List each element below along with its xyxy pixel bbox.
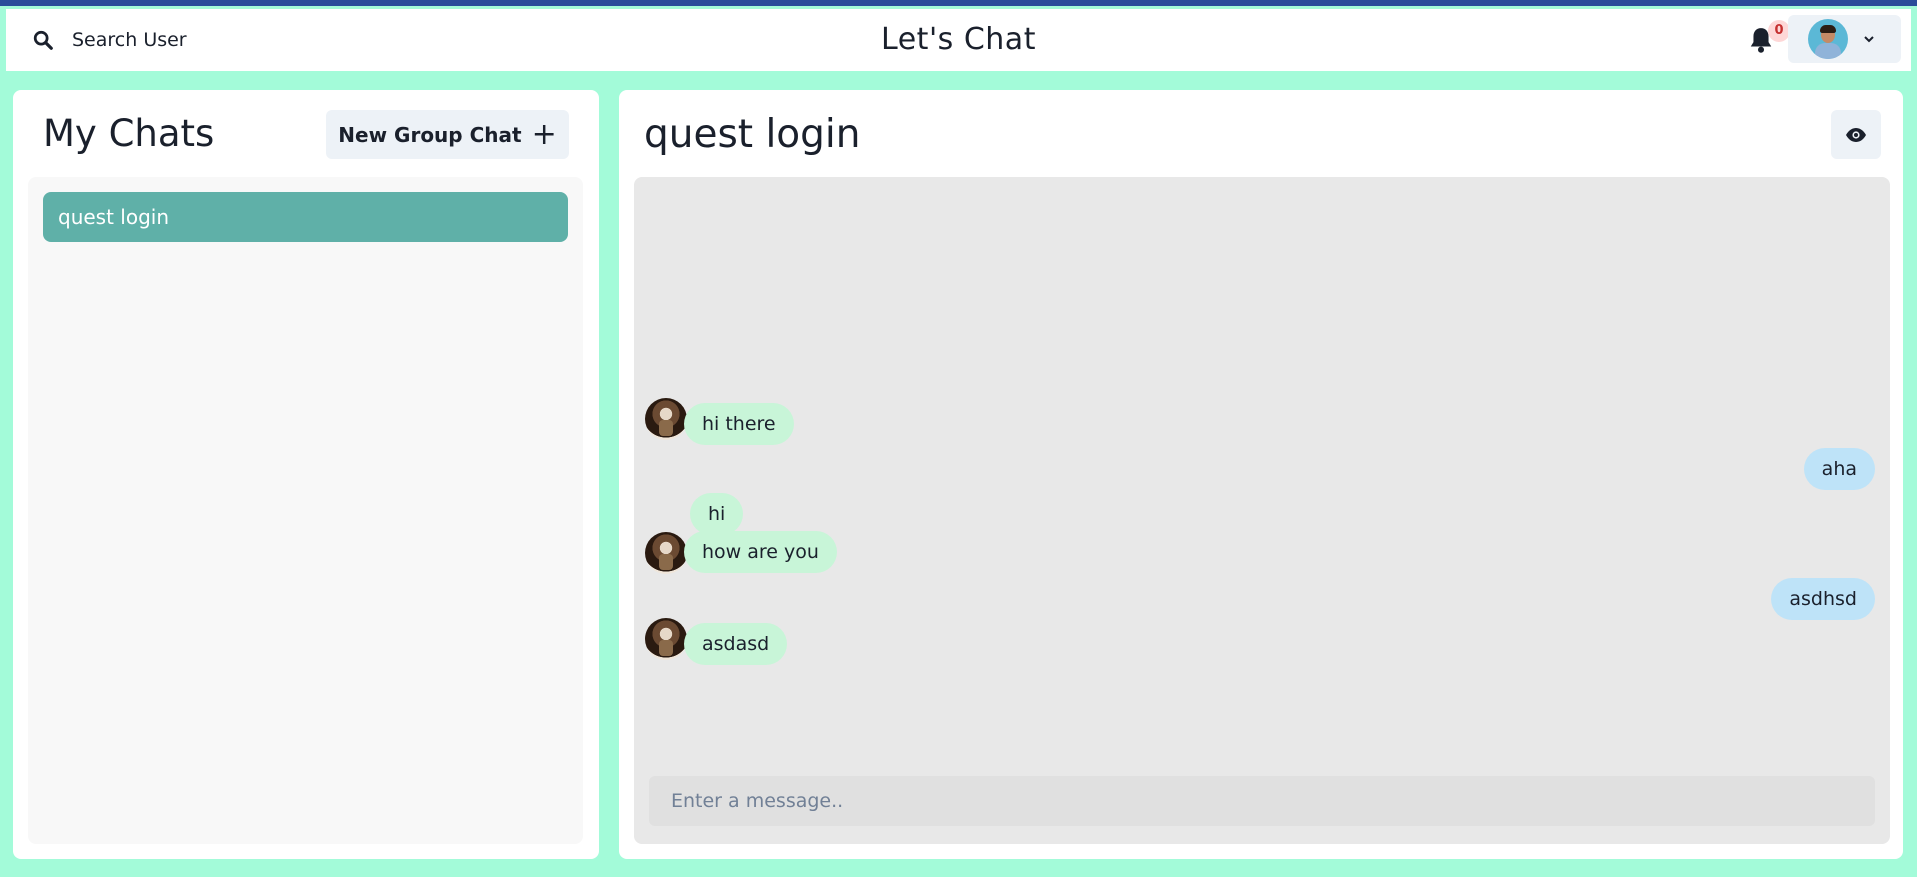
search-icon bbox=[33, 30, 53, 50]
sender-avatar bbox=[645, 618, 687, 660]
sender-avatar bbox=[645, 532, 687, 574]
plus-icon: + bbox=[531, 116, 557, 152]
message-bubble: hi there bbox=[684, 403, 794, 445]
chat-title: quest login bbox=[644, 112, 861, 157]
search-user-label: Search User bbox=[72, 29, 187, 51]
sender-avatar bbox=[645, 398, 687, 440]
message-bubble: how are you bbox=[684, 531, 837, 573]
search-user-button[interactable]: Search User bbox=[32, 9, 187, 71]
new-group-chat-label: New Group Chat bbox=[338, 122, 522, 147]
chat-list: quest login bbox=[28, 177, 583, 844]
view-profile-button[interactable] bbox=[1831, 110, 1881, 159]
top-header: Search User Let's Chat 0 bbox=[6, 9, 1911, 71]
message-bubble: aha bbox=[1803, 448, 1875, 490]
notification-count-badge: 0 bbox=[1768, 20, 1790, 42]
profile-menu-button[interactable] bbox=[1788, 15, 1901, 63]
message-bubble: asdhsd bbox=[1771, 578, 1875, 620]
message-bubble: hi bbox=[690, 493, 744, 535]
message-input[interactable] bbox=[649, 776, 1875, 826]
chat-panel: quest login hi there aha hi how are you … bbox=[619, 90, 1903, 859]
message-bubble: asdasd bbox=[684, 623, 788, 665]
chat-list-item[interactable]: quest login bbox=[43, 192, 568, 242]
app-title: Let's Chat bbox=[881, 22, 1036, 57]
my-chats-panel: My Chats New Group Chat + quest login bbox=[13, 90, 599, 859]
chevron-down-icon bbox=[1864, 36, 1874, 43]
eye-icon bbox=[1846, 127, 1866, 142]
new-group-chat-button[interactable]: New Group Chat + bbox=[326, 110, 569, 159]
avatar bbox=[1808, 19, 1848, 59]
messages-area: hi there aha hi how are you asdhsd asdas… bbox=[634, 177, 1890, 844]
my-chats-title: My Chats bbox=[43, 112, 215, 155]
top-accent-bar bbox=[0, 0, 1917, 6]
